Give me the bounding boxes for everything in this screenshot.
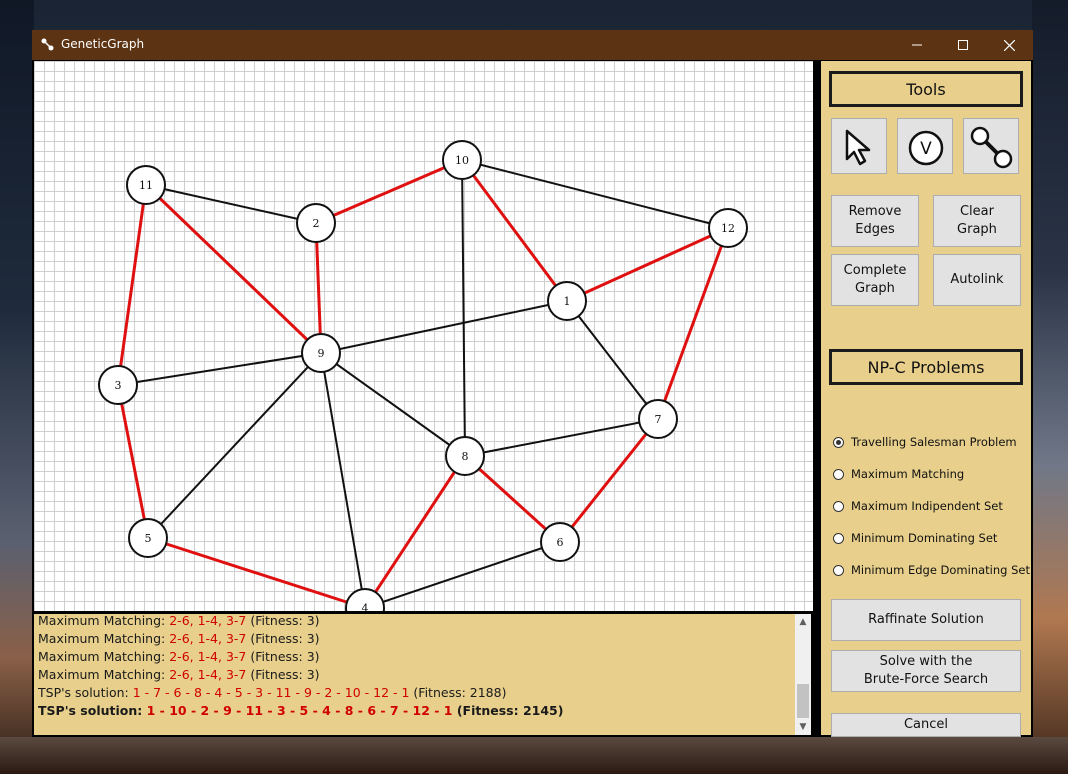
graph-edge[interactable] — [117, 352, 322, 386]
node-label: 9 — [318, 347, 325, 360]
radio-min-dominating-set[interactable]: Minimum Dominating Set — [833, 529, 997, 547]
app-window: GeneticGraph 1 2 3 4 5 6 7 8 9 10 11 12 Maximum Mat… — [32, 30, 1033, 737]
cancel-button[interactable]: Cancel — [831, 713, 1021, 737]
tour-edge[interactable] — [116, 384, 150, 539]
tour-edge[interactable] — [116, 184, 148, 386]
desktop-wallpaper-bottom — [0, 737, 1068, 774]
clear-graph-button[interactable]: Clear Graph — [933, 195, 1021, 247]
add-vertex-tool-button[interactable]: V — [897, 118, 953, 174]
node-label: 4 — [362, 602, 369, 611]
node-label: 2 — [313, 217, 320, 230]
radio-button[interactable] — [833, 500, 844, 512]
node-label: 8 — [462, 450, 469, 463]
graph-edge[interactable] — [147, 352, 322, 539]
close-button[interactable] — [986, 30, 1032, 60]
graph-node-11[interactable]: 11 — [126, 165, 166, 205]
console-line-latest: TSP's solution: 1 - 10 - 2 - 9 - 11 - 3 … — [38, 703, 564, 718]
desktop-wallpaper-left — [0, 0, 34, 774]
node-label: 7 — [655, 413, 662, 426]
app-graph-icon — [41, 38, 54, 51]
radio-maximum-matching[interactable]: Maximum Matching — [833, 465, 964, 483]
remove-edges-button[interactable]: Remove Edges — [831, 195, 919, 247]
graph-node-7[interactable]: 7 — [638, 399, 678, 439]
radio-button[interactable] — [833, 532, 844, 544]
brute-force-button[interactable]: Solve with the Brute-Force Search — [831, 650, 1021, 692]
raffinate-solution-button[interactable]: Raffinate Solution — [831, 599, 1021, 641]
node-label: 5 — [145, 532, 152, 545]
graph-node-5[interactable]: 5 — [128, 518, 168, 558]
node-label: 12 — [721, 222, 735, 235]
radio-tsp[interactable]: Travelling Salesman Problem — [833, 433, 1017, 451]
tour-edge[interactable] — [315, 158, 463, 225]
graph-canvas[interactable]: 1 2 3 4 5 6 7 8 9 10 11 12 — [34, 61, 813, 611]
console-line: Maximum Matching: 2-6, 1-4, 3-7 (Fitness… — [38, 614, 320, 628]
graph-edge[interactable] — [566, 300, 659, 420]
console-line: Maximum Matching: 2-6, 1-4, 3-7 (Fitness… — [38, 649, 320, 664]
graph-node-1[interactable]: 1 — [547, 281, 587, 321]
radio-min-edge-dominating-set[interactable]: Minimum Edge Dominating Set — [833, 561, 1030, 579]
graph-node-8[interactable]: 8 — [445, 436, 485, 476]
graph-edge[interactable] — [464, 418, 659, 457]
desktop-wallpaper-right — [1032, 0, 1068, 774]
tour-edge[interactable] — [147, 536, 366, 610]
np-problems-header: NP-C Problems — [829, 349, 1023, 385]
radio-button[interactable] — [833, 468, 844, 480]
graph-node-10[interactable]: 10 — [442, 140, 482, 180]
tools-header: Tools — [829, 71, 1023, 107]
maximize-icon — [958, 40, 968, 50]
graph-edge[interactable] — [461, 159, 466, 457]
node-label: 10 — [455, 154, 469, 167]
graph-node-4[interactable]: 4 — [345, 588, 385, 611]
add-vertex-icon: V — [908, 130, 944, 166]
graph-edge[interactable] — [461, 159, 729, 229]
node-label: 6 — [557, 536, 564, 549]
tour-edge[interactable] — [460, 159, 569, 302]
console-line: Maximum Matching: 2-6, 1-4, 3-7 (Fitness… — [38, 631, 320, 646]
svg-text:V: V — [920, 139, 932, 159]
complete-graph-button[interactable]: Complete Graph — [831, 254, 919, 306]
console-line: TSP's solution: 1 - 7 - 6 - 8 - 4 - 5 - … — [38, 685, 507, 700]
tour-edge[interactable] — [144, 183, 323, 355]
console-scrollbar[interactable]: ▲ ▼ — [795, 614, 811, 735]
graph-node-12[interactable]: 12 — [708, 208, 748, 248]
graph-edge[interactable] — [364, 541, 561, 609]
graph-node-6[interactable]: 6 — [540, 522, 580, 562]
maximize-button[interactable] — [940, 30, 986, 60]
close-icon — [1003, 39, 1015, 51]
graph-edge[interactable] — [320, 352, 366, 609]
graph-edge[interactable] — [320, 300, 568, 354]
select-tool-button[interactable] — [831, 118, 887, 174]
side-panel: Tools V Remove Edges Clear Graph Complet… — [821, 61, 1031, 737]
radio-button[interactable] — [833, 564, 844, 576]
scroll-down-arrow-icon[interactable]: ▼ — [795, 719, 811, 735]
minimize-icon — [912, 44, 922, 46]
tour-edge[interactable] — [558, 418, 660, 543]
minimize-button[interactable] — [894, 30, 940, 60]
graph-edge[interactable] — [145, 184, 317, 224]
scroll-thumb[interactable] — [797, 684, 809, 718]
node-label: 11 — [139, 179, 153, 192]
title-bar[interactable]: GeneticGraph — [32, 30, 1033, 60]
radio-button-checked[interactable] — [833, 436, 844, 448]
graph-drawing[interactable]: 12345 6789101112 — [34, 61, 813, 611]
add-edge-tool-button[interactable] — [963, 118, 1019, 174]
cursor-arrow-icon — [845, 129, 871, 166]
graph-node-3[interactable]: 3 — [98, 365, 138, 405]
output-console[interactable]: Maximum Matching: 2-6, 1-4, 3-7 (Fitness… — [34, 614, 811, 735]
graph-node-9[interactable]: 9 — [301, 333, 341, 373]
node-label: 3 — [115, 379, 122, 392]
node-label: 1 — [564, 295, 571, 308]
graph-node-2[interactable]: 2 — [296, 203, 336, 243]
tour-edge[interactable] — [363, 455, 467, 609]
autolink-button[interactable]: Autolink — [933, 254, 1021, 306]
console-line: Maximum Matching: 2-6, 1-4, 3-7 (Fitness… — [38, 667, 320, 682]
scroll-up-arrow-icon[interactable]: ▲ — [795, 614, 811, 630]
radio-max-independent-set[interactable]: Maximum Indipendent Set — [833, 497, 1003, 515]
graph-edge[interactable] — [320, 352, 466, 457]
tour-edge[interactable] — [656, 227, 730, 420]
add-edge-icon — [970, 126, 1013, 169]
window-title: GeneticGraph — [61, 37, 145, 51]
